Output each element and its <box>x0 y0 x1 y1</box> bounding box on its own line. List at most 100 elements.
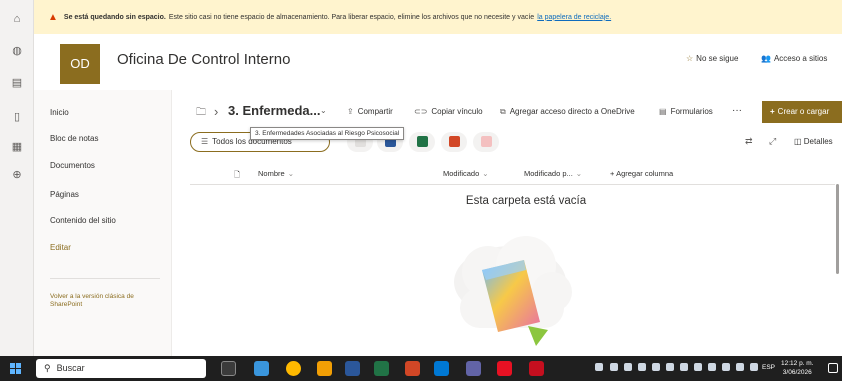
share-button[interactable]: ⇪ Compartir <box>347 107 393 116</box>
chevron-down-icon: ⌄ <box>482 169 489 178</box>
forms-button[interactable]: ▤ Formularios <box>659 107 713 116</box>
file-explorer-icon[interactable] <box>317 361 332 376</box>
scrollbar[interactable] <box>836 184 839 274</box>
windows-start-icon[interactable] <box>10 363 21 374</box>
command-bar: 🗀 › 3. Enfermeda... ⌄ ⇪ Compartir ⊂⊃ Copia… <box>172 100 842 124</box>
forms-label: Formularios <box>670 107 713 116</box>
tray-app-icon[interactable] <box>708 363 716 371</box>
file-icon[interactable]: ▯ <box>10 110 24 124</box>
site-title[interactable]: Oficina De Control Interno <box>117 51 290 68</box>
nav-edit-link[interactable]: Editar <box>50 243 71 252</box>
warning-bold: Se está quedando sin espacio. <box>63 13 166 21</box>
expand-icon[interactable]: ⤢ <box>769 136 776 147</box>
edge-icon[interactable] <box>434 361 449 376</box>
tray-app-icon[interactable] <box>638 363 646 371</box>
wifi-icon[interactable] <box>722 363 730 371</box>
column-modified-label: Modificado <box>443 169 480 178</box>
chevron-down-icon: ⌄ <box>287 169 294 178</box>
share-label: Compartir <box>357 107 393 116</box>
nav-item-documentos[interactable]: Documentos <box>50 161 95 170</box>
more-actions-button[interactable]: ··· <box>732 105 742 116</box>
powerpoint-app-icon[interactable] <box>405 361 420 376</box>
tray-app-icon[interactable] <box>624 363 632 371</box>
add-column-button[interactable]: + Agregar columna <box>610 169 673 178</box>
column-name[interactable]: Nombre ⌄ <box>258 169 294 178</box>
acrobat-icon[interactable] <box>529 361 544 376</box>
tray-app-icon[interactable] <box>610 363 618 371</box>
battery-icon[interactable] <box>750 363 758 371</box>
filter-chip-excel[interactable] <box>409 132 435 152</box>
chrome-icon[interactable] <box>286 361 301 376</box>
list-column-header: 🗋 Nombre ⌄ Modificado ⌄ Modificado p... ⌄ +… <box>190 163 835 185</box>
warning-icon: ▲ <box>48 11 58 23</box>
add-shortcut-label: Agregar acceso directo a OneDrive <box>509 107 635 116</box>
nav-item-contenido-del-sitio[interactable]: Contenido del sitio <box>50 216 116 225</box>
news-icon[interactable]: ▤ <box>10 76 24 90</box>
store-icon[interactable] <box>497 361 512 376</box>
details-label: Detalles <box>803 137 833 146</box>
task-view-icon[interactable] <box>221 361 236 376</box>
nav-divider <box>50 278 160 279</box>
excel-app-icon[interactable] <box>374 361 389 376</box>
site-access-button[interactable]: 👥 Acceso a sitios <box>761 54 827 63</box>
add-shortcut-button[interactable]: ⧉ Agregar acceso directo a OneDrive <box>500 107 635 117</box>
lists-icon[interactable]: ▦ <box>10 140 24 154</box>
column-modified-by[interactable]: Modificado p... ⌄ <box>524 169 582 178</box>
file-type-icon[interactable]: 🗋 <box>234 169 240 182</box>
taskbar-search-label: Buscar <box>56 363 85 373</box>
add-icon[interactable]: ⊕ <box>10 168 24 182</box>
tray-app-icon[interactable] <box>666 363 674 371</box>
classic-sharepoint-link[interactable]: Volver a la versión clásica de SharePoin… <box>50 293 160 309</box>
tray-expand-icon[interactable] <box>595 363 603 371</box>
folder-name-tooltip: 3. Enfermedades Asociadas al Riesgo Psic… <box>250 127 405 140</box>
follow-button[interactable]: ☆ No se sigue <box>686 54 738 63</box>
chevron-down-icon[interactable]: ⌄ <box>320 106 327 115</box>
site-access-label: Acceso a sitios <box>773 54 828 63</box>
create-upload-button[interactable]: + Crear o cargar <box>762 101 842 123</box>
notification-icon[interactable] <box>828 363 838 373</box>
globe-icon[interactable]: ◍ <box>10 44 24 58</box>
left-navigation: Inicio Bloc de notas Documentos Páginas … <box>34 90 172 356</box>
people-icon: 👥 <box>761 54 771 63</box>
language-indicator[interactable]: ESP <box>762 364 775 371</box>
storage-warning-bar: ▲ Se está quedando sin espacio. Este sit… <box>34 0 842 34</box>
nav-item-bloc-de-notas[interactable]: Bloc de notas <box>50 134 98 143</box>
filter-chip-powerpoint[interactable] <box>441 132 467 152</box>
breadcrumb-separator: › <box>214 104 219 119</box>
volume-icon[interactable] <box>736 363 744 371</box>
widgets-icon[interactable] <box>254 361 269 376</box>
folder-title[interactable]: 3. Enfermeda... <box>228 103 320 118</box>
plus-icon: + <box>770 107 775 116</box>
word-app-icon[interactable] <box>345 361 360 376</box>
details-button[interactable]: ◫ Detalles <box>794 137 833 146</box>
home-icon[interactable]: ⌂ <box>10 12 24 26</box>
column-modified[interactable]: Modificado ⌄ <box>443 169 489 178</box>
tray-app-icon[interactable] <box>680 363 688 371</box>
teams-icon[interactable] <box>466 361 481 376</box>
copy-link-button[interactable]: ⊂⊃ Copiar vínculo <box>414 107 483 116</box>
clock-time: 12:12 p. m. <box>781 360 814 367</box>
nav-item-inicio[interactable]: Inicio <box>50 108 69 117</box>
site-logo[interactable]: OD <box>60 44 100 84</box>
column-modified-by-label: Modificado p... <box>524 169 573 178</box>
filter-chip-pdf[interactable] <box>473 132 499 152</box>
tray-app-icon[interactable] <box>694 363 702 371</box>
forms-icon: ▤ <box>659 107 667 116</box>
empty-folder-title: Esta carpeta está vacía <box>465 195 587 207</box>
app-rail: ⌂ ◍ ▤ ▯ ▦ ⊕ <box>0 0 34 356</box>
shortcut-icon: ⧉ <box>500 107 506 116</box>
filter-settings-icon[interactable]: ⇄ <box>745 136 753 147</box>
details-pane-icon: ◫ <box>794 137 804 146</box>
powerpoint-icon <box>448 136 460 147</box>
share-icon: ⇪ <box>347 107 354 116</box>
search-icon: ⚲ <box>44 363 51 373</box>
site-header: OD Oficina De Control Interno ☆ No se sig… <box>34 34 842 90</box>
taskbar-search[interactable]: ⚲ Buscar <box>36 359 206 378</box>
tray-app-icon[interactable] <box>652 363 660 371</box>
nav-item-paginas[interactable]: Páginas <box>50 190 79 199</box>
taskbar-clock[interactable]: 12:12 p. m. 3/06/2026 <box>781 359 814 377</box>
chevron-down-icon: ⌄ <box>575 169 583 178</box>
view-list-icon: ☰ <box>201 137 209 146</box>
recycle-bin-link[interactable]: la papelera de reciclaje. <box>537 14 611 21</box>
empty-folder-illustration <box>454 236 572 346</box>
